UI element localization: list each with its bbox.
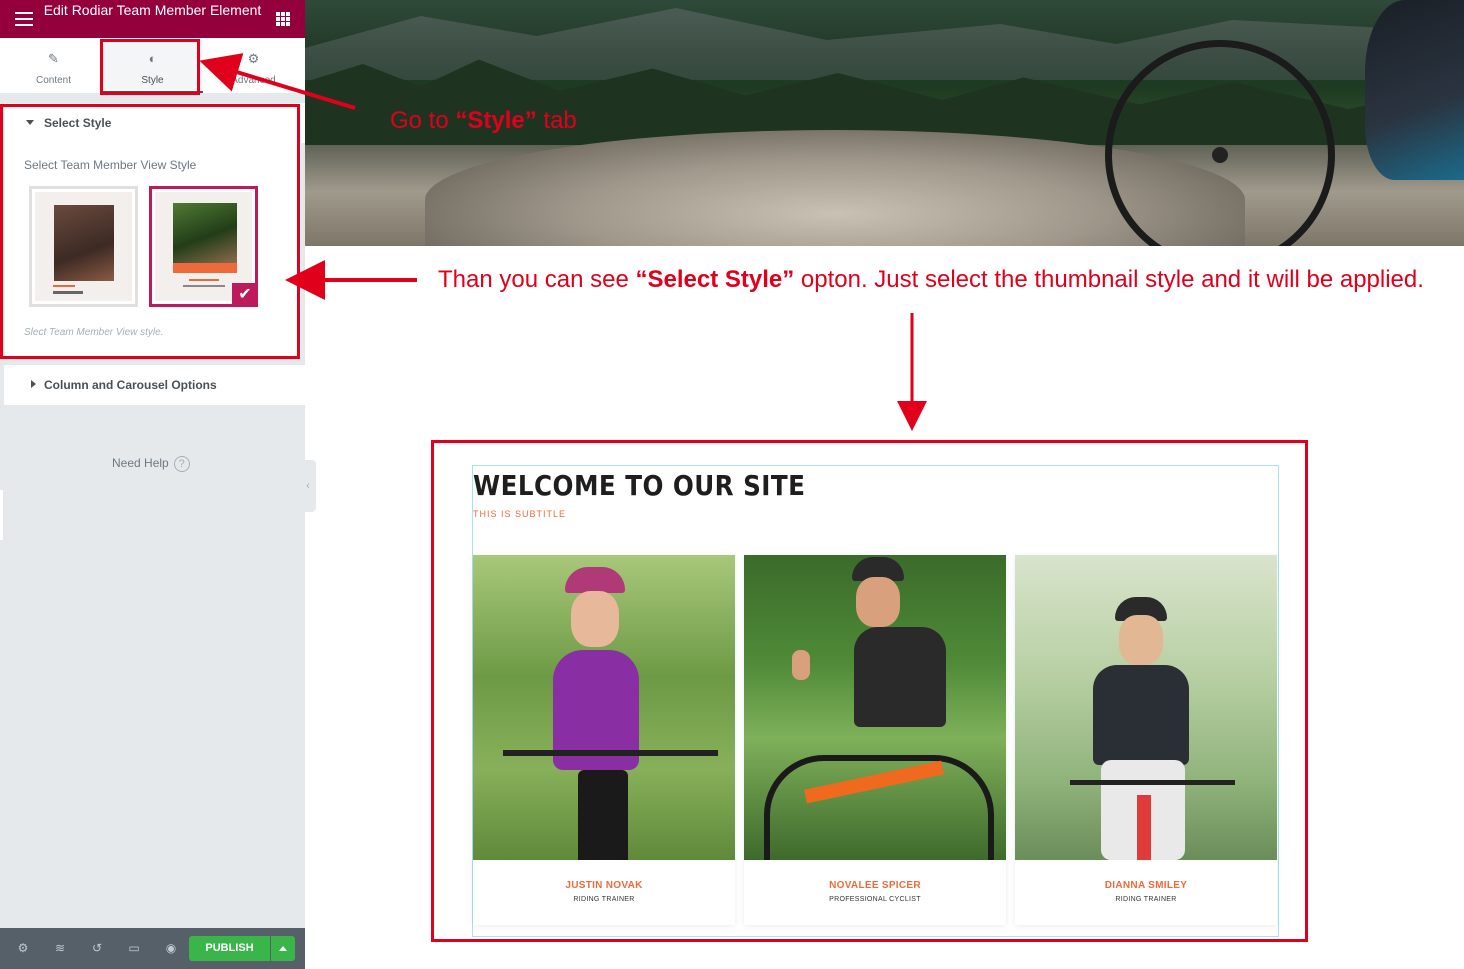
highlight-style-tab <box>100 39 200 95</box>
preview-subtitle: THIS IS SUBTITLE <box>473 509 567 519</box>
member-photo <box>1015 555 1277 860</box>
member-photo <box>473 555 735 860</box>
team-member-card: DIANNA SMILEY RIDING TRAINER <box>1015 555 1277 925</box>
bike-frame-shape <box>1137 795 1151 860</box>
anno-bold: “Style” <box>455 107 537 134</box>
thumbs-up-shape <box>792 650 810 680</box>
face-shape <box>571 591 619 647</box>
face-shape <box>1119 615 1163 665</box>
arrow-to-style-tab <box>199 53 356 110</box>
highlight-select-style <box>0 104 300 359</box>
member-role: RIDING TRAINER <box>1115 896 1177 903</box>
member-name: JUSTIN NOVAK <box>565 880 643 891</box>
handlebar-shape <box>1070 780 1235 785</box>
anno-text: opton. Just select the thumbnail style a… <box>794 266 1424 293</box>
bike-shape <box>578 770 628 860</box>
team-member-card: JUSTIN NOVAK RIDING TRAINER <box>473 555 735 925</box>
result-preview: WELCOME TO OUR SITE THIS IS SUBTITLE JUS… <box>431 440 1308 942</box>
anno-text: Go to <box>390 107 456 134</box>
annotation-go-to-style: Go to “Style” tab <box>390 107 577 135</box>
anno-text: Than you can see <box>438 266 636 293</box>
member-role: PROFESSIONAL CYCLIST <box>829 896 921 903</box>
shirt-shape <box>1093 665 1189 765</box>
member-name: NOVALEE SPICER <box>829 880 921 891</box>
preview-title: WELCOME TO OUR SITE <box>473 469 806 502</box>
handlebar-shape <box>503 750 718 756</box>
team-member-card: NOVALEE SPICER PROFESSIONAL CYCLIST <box>744 555 1006 925</box>
anno-bold: “Select Style” <box>635 266 795 293</box>
jersey-shape <box>854 627 946 727</box>
member-role: RIDING TRAINER <box>573 896 635 903</box>
anno-text: tab <box>536 107 577 134</box>
annotation-select-style: Than you can see “Select Style” opton. J… <box>438 266 1424 294</box>
face-shape <box>856 577 900 627</box>
helmet-shape <box>565 567 625 593</box>
bike-wheel-shape <box>764 755 994 860</box>
member-name: DIANNA SMILEY <box>1104 880 1188 891</box>
member-photo <box>744 555 1006 860</box>
